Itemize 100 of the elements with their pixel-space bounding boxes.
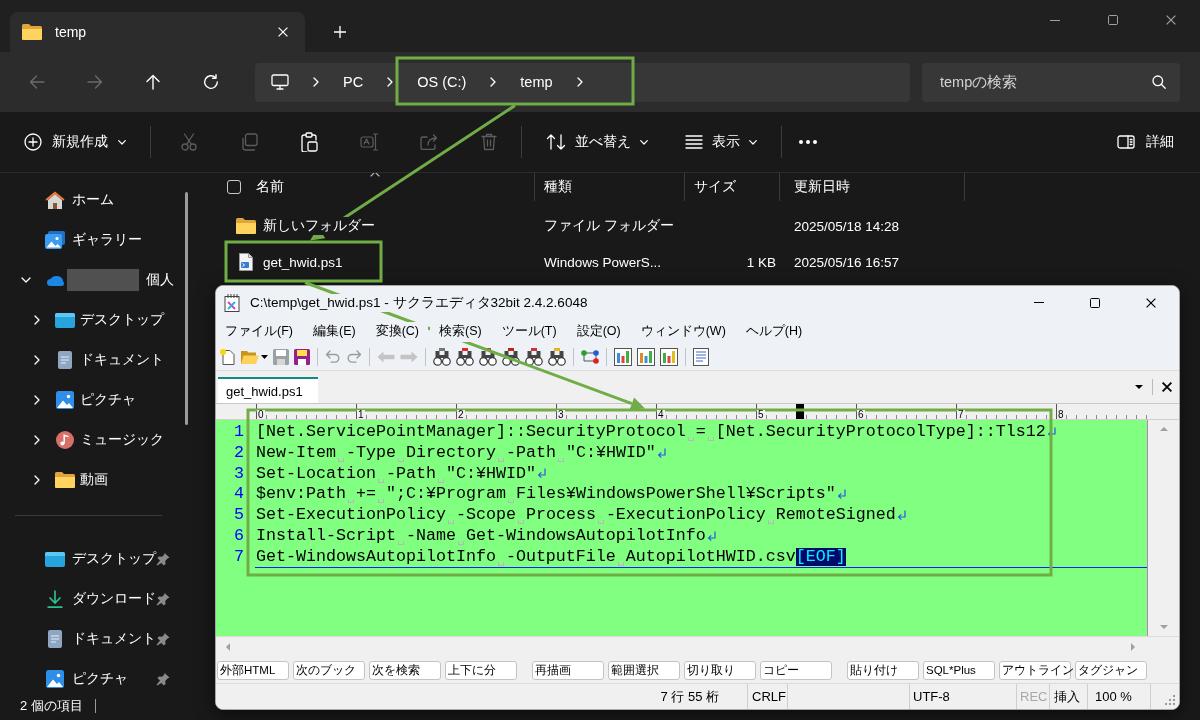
resize-grip-icon[interactable] (1164, 694, 1176, 706)
folder-icon (236, 218, 256, 234)
more-icon (799, 140, 817, 144)
binoculars-icon[interactable] (548, 348, 566, 366)
line-break-icon (656, 447, 666, 459)
chevron-down-icon[interactable] (21, 277, 31, 283)
text-editor-area[interactable] (216, 420, 1148, 636)
scrollbar-thumb[interactable] (185, 192, 188, 425)
code-line: Get-WindowsAutopilotInfo -OutputFile AutopilotHWID.csv (256, 546, 796, 568)
bar-chart-icon[interactable] (637, 348, 655, 366)
sidebar-item[interactable]: デスクトップ (0, 539, 178, 579)
binoculars-icon[interactable] (502, 348, 520, 366)
column-header[interactable]: 名前 (256, 178, 284, 196)
home-icon (45, 191, 65, 209)
desktop-icon (55, 312, 75, 328)
code-line: New-Item -Type Directory -Path "C:¥HWID" (256, 442, 656, 464)
sidebar-item[interactable]: 個人 (0, 260, 178, 300)
function-key-button[interactable]: タグジャン (1075, 660, 1147, 680)
chevron-icon[interactable] (313, 77, 319, 87)
view-button[interactable]: 表示 (677, 124, 765, 160)
line-break-icon (896, 510, 906, 522)
column-header[interactable]: 更新日時 (794, 178, 850, 196)
new-file-icon[interactable] (220, 349, 236, 365)
up-arrow-icon (146, 74, 160, 90)
function-key-button[interactable]: 範囲選択 (608, 660, 680, 680)
table-cell-text: ファイル フォルダー (543, 217, 675, 235)
chevron-right-icon[interactable] (33, 395, 40, 405)
sidebar-item[interactable]: デスクトップ (0, 300, 178, 340)
function-key-button[interactable]: 上下に分 (445, 660, 517, 680)
chevron-right-icon[interactable] (33, 475, 40, 485)
binoculars-icon[interactable] (433, 348, 451, 366)
sidebar-item[interactable]: ピクチャ (0, 380, 178, 420)
column-header[interactable]: 種類 (544, 178, 572, 196)
function-key-button[interactable]: コピー (760, 660, 832, 680)
function-key-button[interactable]: 貼り付け (847, 660, 919, 680)
chevron-right-icon[interactable] (33, 315, 40, 325)
ruler-number: 4 (657, 410, 665, 419)
checkbox[interactable] (227, 180, 241, 194)
new-button[interactable]: 新規作成 (14, 124, 136, 160)
chevron-right-icon[interactable] (33, 355, 40, 365)
sidebar-item[interactable]: ドキュメント (0, 619, 178, 659)
sidebar-item[interactable]: ギャラリー (0, 220, 178, 260)
code-line: Set-Location -Path "C:¥HWID" (256, 463, 536, 485)
ruler-number: 2 (457, 410, 465, 419)
folder-icon (55, 472, 75, 488)
bar-chart-icon[interactable] (660, 348, 678, 366)
code-line: Set-ExecutionPolicy -Scope Process -ExecutionPolicy RemoteSigned (256, 505, 896, 526)
caret-icon[interactable] (261, 355, 268, 359)
caret-icon (749, 139, 757, 145)
file-name[interactable]: 新しいフォルダー (263, 217, 375, 235)
back-arrow-icon (29, 75, 45, 89)
line-number: 3 (233, 463, 245, 485)
function-key-button[interactable]: アウトライン (999, 660, 1071, 680)
ruler-number: 0 (257, 410, 265, 419)
chevron-icon[interactable] (387, 77, 394, 87)
sidebar-item[interactable]: ドキュメント (0, 340, 178, 380)
close-icon[interactable] (1162, 382, 1172, 392)
function-key-button[interactable]: 次のブック (293, 660, 365, 680)
binoculars-icon[interactable] (525, 348, 543, 366)
function-key-button[interactable]: SQL*Plus (923, 660, 995, 680)
table-cell-text: Windows PowerS... (543, 254, 663, 270)
table-cell-text: 2025/05/18 14:28 (793, 218, 901, 234)
list-icon[interactable] (693, 348, 709, 366)
plus-icon (334, 26, 346, 38)
chevron-icon[interactable] (490, 77, 497, 87)
search-field[interactable]: tempの検索 (922, 62, 1180, 102)
document-icon (48, 630, 62, 648)
file-tab[interactable]: get_hwid.ps1 (218, 377, 318, 403)
nodes-icon[interactable] (581, 349, 599, 365)
close-icon (1166, 15, 1176, 25)
binoculars-icon[interactable] (456, 348, 474, 366)
address-bar[interactable]: PC OS (C:) temp (255, 62, 910, 102)
breadcrumb-item[interactable]: PC (331, 67, 376, 97)
table-cell-text: 2025/05/16 16:57 (793, 254, 901, 270)
details-button[interactable]: 詳細 (1109, 124, 1182, 160)
breadcrumb-item[interactable]: OS (C:) (405, 67, 479, 97)
sidebar-item[interactable]: ピクチャ (0, 659, 178, 692)
function-key-button[interactable]: 外部HTML (217, 660, 289, 680)
breadcrumb-item[interactable]: temp (508, 67, 565, 97)
column-header[interactable]: サイズ (694, 178, 736, 196)
function-key-button[interactable]: 次を検索 (369, 660, 441, 680)
window-tab[interactable]: temp (10, 12, 305, 52)
function-key-button[interactable]: 再描画 (532, 660, 604, 680)
sort-button[interactable]: 並べ替え (538, 124, 656, 160)
lines-icon (685, 135, 703, 149)
sidebar-item[interactable]: ホーム (0, 180, 178, 220)
sidebar-item[interactable]: ミュージック (0, 420, 178, 460)
caret-icon[interactable] (1135, 385, 1143, 389)
chevron-right-icon[interactable] (33, 435, 40, 445)
line-break-icon (536, 468, 546, 480)
desktop-icon (45, 551, 65, 567)
chevron-icon[interactable] (576, 77, 583, 87)
code-line: $env:Path += ";C:¥Program Files¥WindowsPowerShell¥Scripts" (256, 484, 836, 506)
bar-chart-icon[interactable] (614, 348, 632, 366)
function-key-button[interactable]: 切り取り (684, 660, 756, 680)
cursor-marker-icon (796, 404, 804, 419)
binoculars-icon[interactable] (479, 348, 497, 366)
sidebar-item[interactable]: 動画 (0, 460, 178, 500)
sort-icon (546, 134, 566, 150)
sidebar-item[interactable]: ダウンロード (0, 579, 178, 619)
